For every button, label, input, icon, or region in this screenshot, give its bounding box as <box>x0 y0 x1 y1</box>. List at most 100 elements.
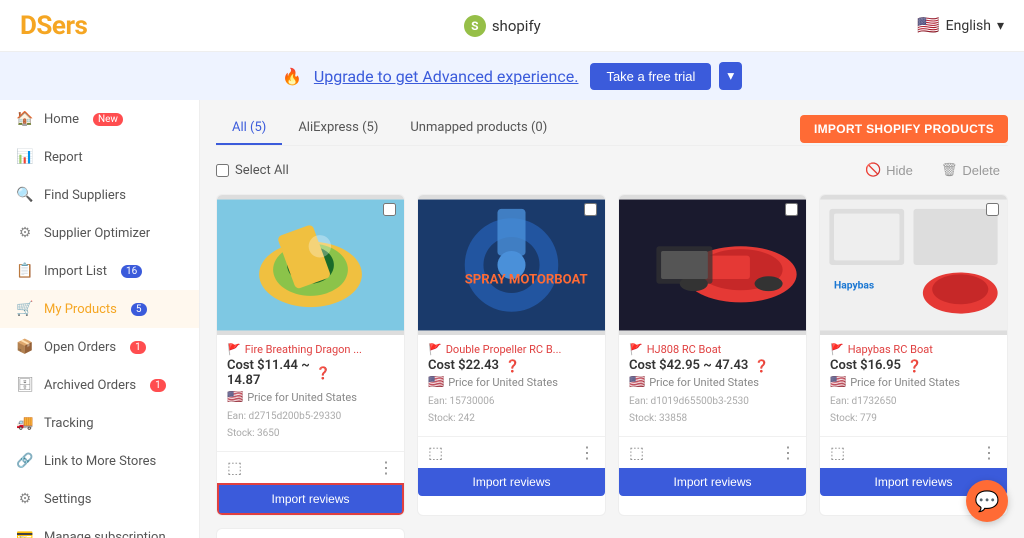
product-cost-2: Cost $22.43 ❓ <box>428 358 595 373</box>
aliexpress-flag-1: 🚩 <box>227 343 241 356</box>
help-icon-2[interactable]: ❓ <box>505 359 520 373</box>
hide-button[interactable]: 🚫 Hide <box>857 158 921 182</box>
import-reviews-button-1[interactable]: Import reviews <box>217 483 404 515</box>
product-checkbox-2[interactable] <box>584 203 597 216</box>
main-layout: 🏠HomeNew📊Report🔍Find Suppliers⚙Supplier … <box>0 100 1024 538</box>
product-cost-1: Cost $11.44 ~ 14.87 ❓ <box>227 358 394 388</box>
chat-icon: 💬 <box>975 489 1000 513</box>
link-stores-icon: 🔗 <box>16 452 34 470</box>
content-area: All (5) AliExpress (5) Unmapped products… <box>200 100 1024 538</box>
product-cost-4: Cost $16.95 ❓ <box>830 358 997 373</box>
badge-archived-orders: 1 <box>150 379 166 392</box>
sidebar-item-archived-orders[interactable]: 🗄 Archived Orders 1 <box>0 366 199 404</box>
more-icon-1[interactable]: ⋮ <box>378 458 394 477</box>
product-source-4: 🚩 Hapybas RC Boat <box>830 343 997 356</box>
home-icon: 🏠 <box>16 110 34 128</box>
import-reviews-button-2[interactable]: Import reviews <box>418 468 605 496</box>
aliexpress-flag-2: 🚩 <box>428 343 442 356</box>
sidebar-item-my-products[interactable]: 🛒My Products5 <box>0 290 199 328</box>
sidebar-item-open-orders[interactable]: 📦Open Orders1 <box>0 328 199 366</box>
sidebar-item-supplier-optimizer[interactable]: ⚙Supplier Optimizer <box>0 214 199 252</box>
select-all-text: Select All <box>235 163 289 178</box>
sidebar-item-home[interactable]: 🏠HomeNew <box>0 100 199 138</box>
tab-aliexpress[interactable]: AliExpress (5) <box>282 112 394 145</box>
sidebar-item-manage-subscription[interactable]: 💳 Manage subscription <box>0 518 199 538</box>
product-checkbox-4[interactable] <box>986 203 999 216</box>
product-source-1: 🚩 Fire Breathing Dragon ... <box>227 343 394 356</box>
select-all-checkbox[interactable] <box>216 164 229 177</box>
sidebar-item-import-list[interactable]: 📋Import List16 <box>0 252 199 290</box>
product-image-1 <box>217 195 404 335</box>
import-shopify-button[interactable]: IMPORT SHOPIFY PRODUCTS <box>800 115 1008 143</box>
sidebar-item-settings[interactable]: ⚙Settings <box>0 480 199 518</box>
push-icon-2[interactable]: ⬚ <box>428 443 443 462</box>
badge-home: New <box>93 113 123 126</box>
shopify-icon: S <box>464 15 486 37</box>
flag-icon: 🇺🇸 <box>917 15 939 36</box>
partial-row <box>216 528 1008 538</box>
us-flag-4: 🇺🇸 <box>830 375 846 390</box>
chevron-down-icon: ▾ <box>997 18 1004 34</box>
product-source-3: 🚩 HJ808 RC Boat <box>629 343 796 356</box>
sidebar-label-supplier-optimizer: Supplier Optimizer <box>44 226 150 241</box>
shopify-label: shopify <box>492 17 541 35</box>
import-reviews-button-3[interactable]: Import reviews <box>619 468 806 496</box>
sidebar-label-my-products: My Products <box>44 302 117 317</box>
product-info-2: 🚩 Double Propeller RC B... Cost $22.43 ❓… <box>418 335 605 432</box>
select-all-label[interactable]: Select All <box>216 163 289 178</box>
trash-icon: 🗑 <box>941 162 958 178</box>
tab-unmapped[interactable]: Unmapped products (0) <box>394 112 563 145</box>
push-icon-4[interactable]: ⬚ <box>830 443 845 462</box>
product-actions-3: ⬚ ⋮ <box>619 436 806 468</box>
open-orders-icon: 📦 <box>16 338 34 356</box>
settings-icon: ⚙ <box>16 490 34 508</box>
product-meta-1: Ean: d2715d200b5-29330 <box>227 411 394 422</box>
more-icon-4[interactable]: ⋮ <box>981 443 997 462</box>
tracking-icon: 🚚 <box>16 414 34 432</box>
help-icon-1[interactable]: ❓ <box>316 366 331 380</box>
help-icon-3[interactable]: ❓ <box>754 359 769 373</box>
promo-link[interactable]: Upgrade to get Advanced experience. <box>314 67 579 86</box>
product-stock-4: Stock: 779 <box>830 413 997 424</box>
push-icon-3[interactable]: ⬚ <box>629 443 644 462</box>
toolbar: Select All 🚫 Hide 🗑 Delete <box>216 158 1008 182</box>
chat-bubble[interactable]: 💬 <box>966 480 1008 522</box>
product-info-4: 🚩 Hapybas RC Boat Cost $16.95 ❓ 🇺🇸 Price… <box>820 335 1007 432</box>
sidebar-item-tracking[interactable]: 🚚Tracking <box>0 404 199 442</box>
us-flag-2: 🇺🇸 <box>428 375 444 390</box>
import-reviews-wrapper-1: Import reviews ➜ <box>217 483 404 515</box>
svg-text:Hapybas: Hapybas <box>834 278 874 291</box>
help-icon-4[interactable]: ❓ <box>907 359 922 373</box>
more-icon-2[interactable]: ⋮ <box>579 443 595 462</box>
price-region-4: 🇺🇸 Price for United States <box>830 375 997 390</box>
sidebar-label-archived-orders: Archived Orders <box>44 378 136 393</box>
tab-all[interactable]: All (5) <box>216 112 282 145</box>
lang-label: English <box>946 18 991 34</box>
logo: DSers <box>20 11 87 41</box>
archived-orders-icon: 🗄 <box>16 376 34 394</box>
product-card-3: 🚩 HJ808 RC Boat Cost $42.95 ~ 47.43 ❓ 🇺🇸… <box>618 194 807 516</box>
import-list-icon: 📋 <box>16 262 34 280</box>
promo-banner: 🔥 Upgrade to get Advanced experience. Ta… <box>0 52 1024 100</box>
fire-icon: 🔥 <box>282 67 302 86</box>
trial-button[interactable]: Take a free trial <box>590 63 711 90</box>
delete-button[interactable]: 🗑 Delete <box>933 158 1008 182</box>
sidebar-label-find-suppliers: Find Suppliers <box>44 188 126 203</box>
product-actions-4: ⬚ ⋮ <box>820 436 1007 468</box>
sidebar-label-manage-subscription: Manage subscription <box>44 530 166 538</box>
push-icon-1[interactable]: ⬚ <box>227 458 242 477</box>
trial-dropdown-button[interactable]: ▾ <box>719 62 742 90</box>
more-icon-3[interactable]: ⋮ <box>780 443 796 462</box>
product-info-1: 🚩 Fire Breathing Dragon ... Cost $11.44 … <box>217 335 404 447</box>
product-card-2: SPRAY MOTORBOAT 🚩 Double Propeller RC B.… <box>417 194 606 516</box>
sidebar-item-find-suppliers[interactable]: 🔍Find Suppliers <box>0 176 199 214</box>
sidebar-item-report[interactable]: 📊Report <box>0 138 199 176</box>
product-checkbox-1[interactable] <box>383 203 396 216</box>
product-cost-3: Cost $42.95 ~ 47.43 ❓ <box>629 358 796 373</box>
svg-text:SPRAY MOTORBOAT: SPRAY MOTORBOAT <box>465 273 588 288</box>
manage-subscription-icon: 💳 <box>16 528 34 538</box>
sidebar-item-link-stores[interactable]: 🔗Link to More Stores <box>0 442 199 480</box>
shopify-badge: S shopify <box>464 15 541 37</box>
language-selector[interactable]: 🇺🇸 English ▾ <box>917 15 1004 36</box>
product-checkbox-3[interactable] <box>785 203 798 216</box>
